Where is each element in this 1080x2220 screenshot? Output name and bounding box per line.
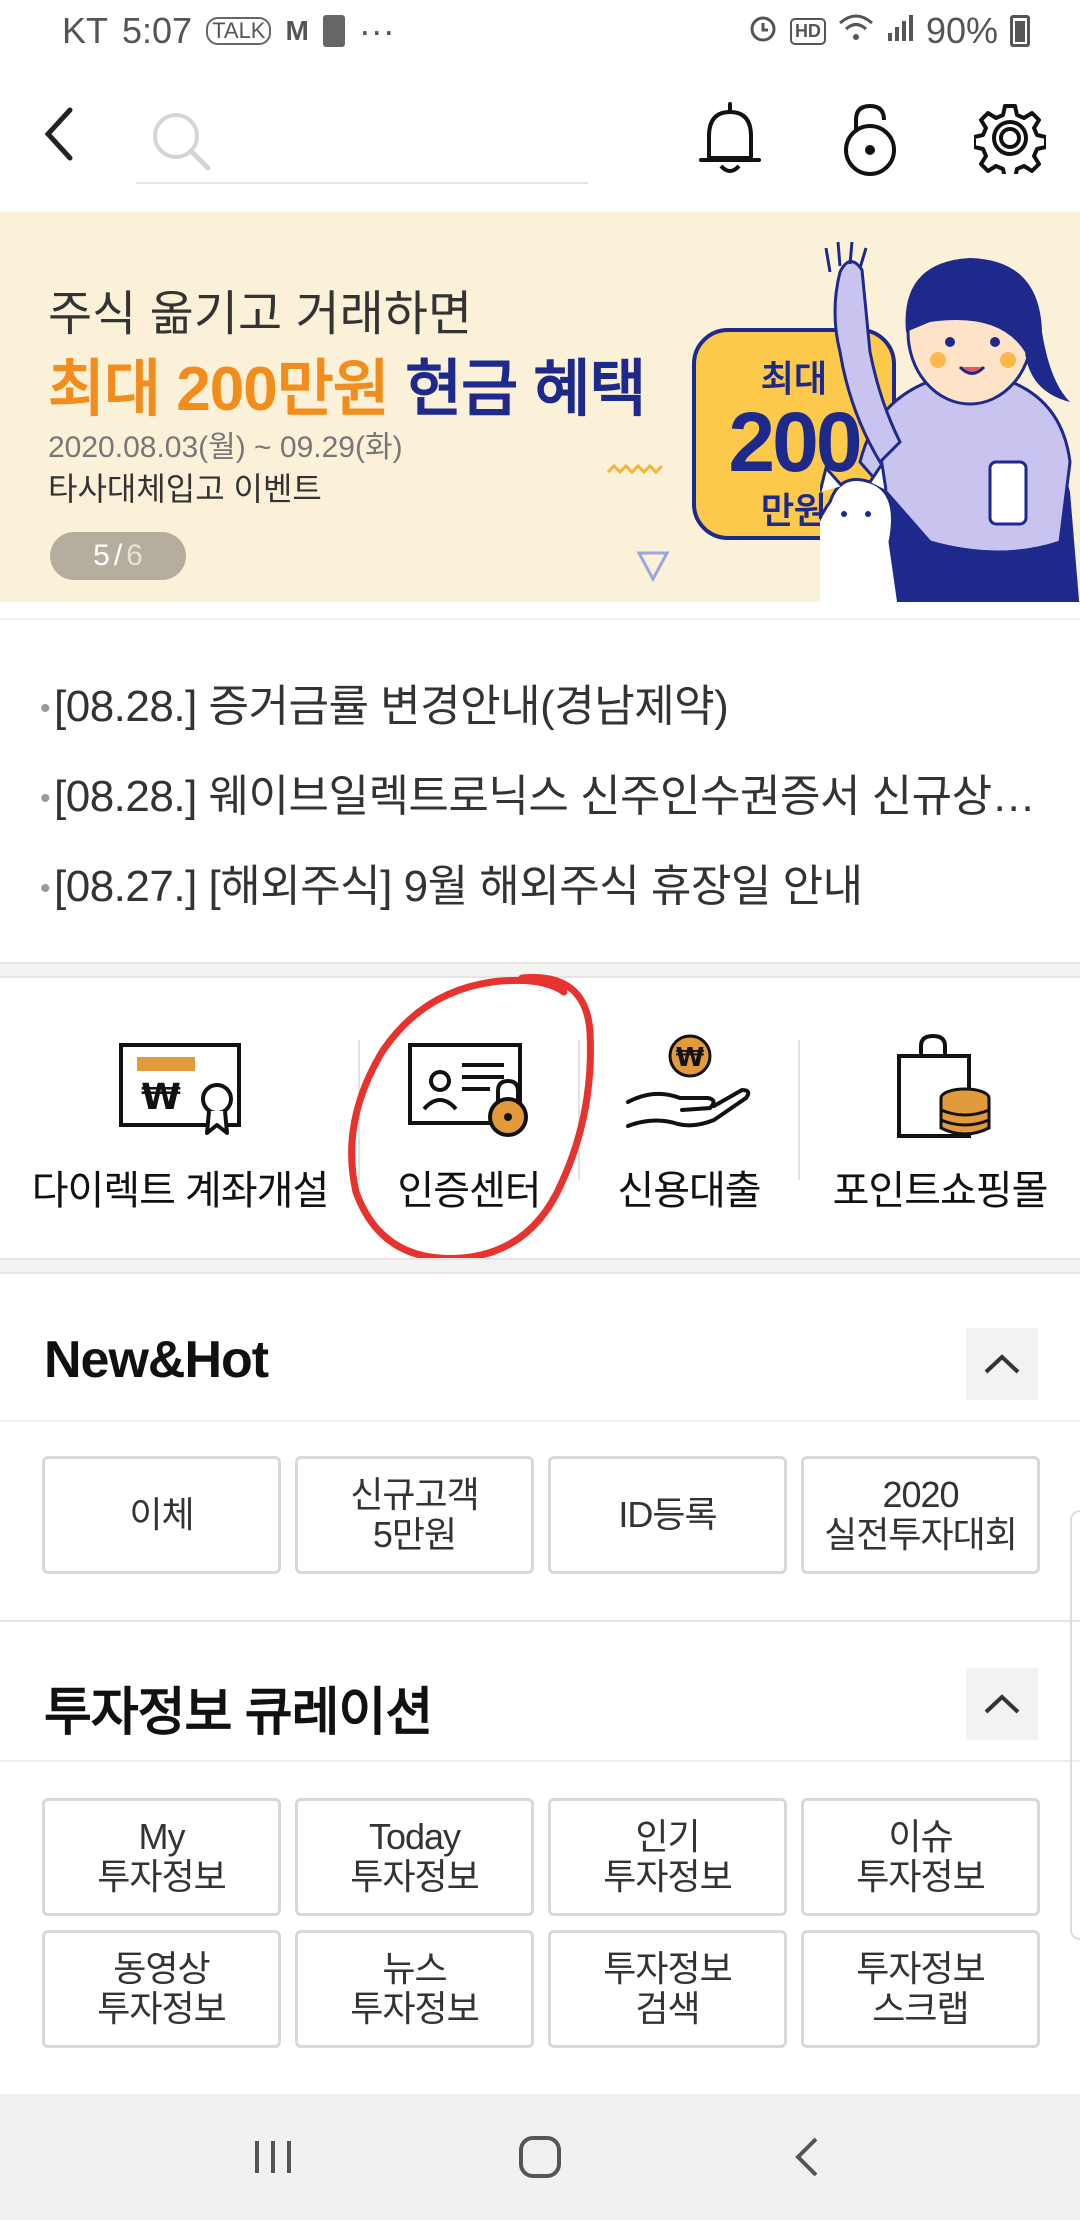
notice-item[interactable]: [08.28.] 웨이브일렉트로닉스 신주인수권증서 신규상장 안내 xyxy=(40,760,1040,824)
search-icon xyxy=(153,113,211,171)
gear-icon xyxy=(974,104,1046,174)
back-button[interactable] xyxy=(40,104,100,164)
wifi-icon xyxy=(838,10,874,52)
pager-current: 5 xyxy=(93,539,110,572)
info-search-button[interactable]: 투자정보 검색 xyxy=(548,1930,787,2048)
video-info-button[interactable]: 동영상 투자정보 xyxy=(42,1930,281,2048)
section-title: 투자정보 큐레이션 xyxy=(44,1684,433,1742)
notification-bell-button[interactable] xyxy=(690,98,770,178)
recent-apps-icon xyxy=(255,2141,292,2173)
id-card-lock-icon xyxy=(408,1043,528,1137)
battery-percent: 90% xyxy=(925,10,998,51)
settings-button[interactable] xyxy=(970,98,1050,178)
unlock-icon xyxy=(844,103,896,176)
chevron-up-icon xyxy=(984,1354,1020,1374)
battery-saver-icon xyxy=(322,15,345,47)
quick-auth-center[interactable]: 인증센터 xyxy=(360,980,578,1258)
triangle-decoration-icon xyxy=(636,551,670,582)
quick-label: 신용대출 xyxy=(617,1169,761,1213)
section-title: New&Hot xyxy=(44,1331,269,1389)
issue-info-button[interactable]: 이슈 투자정보 xyxy=(801,1798,1040,1916)
collapse-button[interactable] xyxy=(966,1328,1038,1400)
carrier: KT xyxy=(62,10,109,51)
back-icon xyxy=(794,2137,818,2177)
banner-highlight-rest: 현금 혜택 xyxy=(388,355,646,424)
section-divider xyxy=(0,1620,1080,1622)
search-input[interactable] xyxy=(136,92,588,184)
section-divider xyxy=(0,1258,1080,1274)
banner-line1: 주식 옮기고 거래하면 xyxy=(48,288,473,341)
kakaotalk-icon: TALK xyxy=(206,17,272,45)
new-hot-header: New&Hot xyxy=(0,1290,1080,1422)
recent-apps-button[interactable] xyxy=(233,2117,313,2197)
hand-coin-icon: ₩ xyxy=(626,1034,751,1128)
id-register-button[interactable]: ID등록 xyxy=(548,1456,787,1574)
hd-voice-icon: HD xyxy=(789,17,826,45)
quick-label: 다이렉트 계좌개설 xyxy=(31,1169,330,1213)
quick-menu: ₩ 다이렉트 계좌개설 인증센터 ₩ 신용대출 포인트쇼핑몰 xyxy=(0,980,1080,1258)
transfer-button[interactable]: 이체 xyxy=(42,1456,281,1574)
promo-banner[interactable]: 주식 옮기고 거래하면 최대 200만원 현금 혜택 2020.08.03(월)… xyxy=(0,212,1080,602)
wave-decoration-icon xyxy=(606,463,664,475)
info-scrap-button[interactable]: 투자정보 스크랩 xyxy=(801,1930,1040,2048)
quick-label: 인증센터 xyxy=(397,1169,541,1213)
collapse-button[interactable] xyxy=(966,1668,1038,1740)
more-notifications-icon: ··· xyxy=(358,10,395,51)
chevron-left-icon xyxy=(44,107,73,161)
new-customer-button[interactable]: 신규고객 5만원 xyxy=(295,1456,534,1574)
svg-text:₩: ₩ xyxy=(676,1043,705,1073)
quick-label: 포인트쇼핑몰 xyxy=(832,1169,1049,1213)
notice-list: [08.28.] 증거금률 변경안내(경남제약) [08.28.] 웨이브일렉트… xyxy=(0,618,1080,962)
home-icon xyxy=(518,2136,561,2178)
curation-buttons: My 투자정보 Today 투자정보 인기 투자정보 이슈 투자정보 동영상 투… xyxy=(42,1798,1040,2048)
new-hot-buttons: 이체 신규고객 5만원 ID등록 2020 실전투자대회 xyxy=(42,1456,1040,1574)
investment-contest-button[interactable]: 2020 실전투자대회 xyxy=(801,1456,1040,1574)
top-bar xyxy=(0,64,1080,210)
alarm-icon xyxy=(748,10,778,52)
curation-header: 투자정보 큐레이션 xyxy=(0,1630,1080,1762)
banner-highlight: 최대 200만원 xyxy=(48,355,390,424)
popular-info-button[interactable]: 인기 투자정보 xyxy=(548,1798,787,1916)
today-info-button[interactable]: Today 투자정보 xyxy=(295,1798,534,1916)
home-button[interactable] xyxy=(500,2117,580,2197)
signal-icon xyxy=(886,10,914,52)
banner-headline: 최대 200만원 현금 혜택 xyxy=(48,338,646,428)
bell-icon xyxy=(699,102,761,173)
news-info-button[interactable]: 뉴스 투자정보 xyxy=(295,1930,534,2048)
girl-with-cat-illustration xyxy=(820,242,1080,602)
scroll-indicator xyxy=(1070,1510,1080,1940)
system-nav-bar xyxy=(0,2094,1080,2220)
shopping-bag-coins-icon xyxy=(897,1033,991,1138)
banner-date: 2020.08.03(월) ~ 09.29(화) xyxy=(48,431,403,464)
battery-icon xyxy=(1010,15,1030,47)
lock-button[interactable] xyxy=(830,98,910,178)
clock: 5:07 xyxy=(122,10,193,51)
svg-text:₩: ₩ xyxy=(141,1077,181,1118)
status-bar: KT 5:07 TALK M ··· HD 90% xyxy=(0,0,1080,64)
quick-point-mall[interactable]: 포인트쇼핑몰 xyxy=(800,980,1080,1258)
banner-event: 타사대체입고 이벤트 xyxy=(48,471,322,507)
pager-total: 6 xyxy=(126,539,143,572)
account-certificate-icon: ₩ xyxy=(119,1043,241,1135)
notice-item[interactable]: [08.28.] 증거금률 변경안내(경남제약) xyxy=(40,670,1040,734)
section-divider xyxy=(0,962,1080,978)
chevron-up-icon xyxy=(984,1694,1020,1714)
m-notification-icon: M xyxy=(285,15,309,46)
system-back-button[interactable] xyxy=(767,2117,847,2197)
quick-credit-loan[interactable]: ₩ 신용대출 xyxy=(580,980,798,1258)
my-info-button[interactable]: My 투자정보 xyxy=(42,1798,281,1916)
quick-account-open[interactable]: ₩ 다이렉트 계좌개설 xyxy=(0,980,360,1258)
notice-item[interactable]: [08.27.] [해외주식] 9월 해외주식 휴장일 안내 xyxy=(40,850,1040,914)
banner-pager: 5 / 6 xyxy=(50,532,186,580)
pager-separator: / xyxy=(113,539,123,572)
